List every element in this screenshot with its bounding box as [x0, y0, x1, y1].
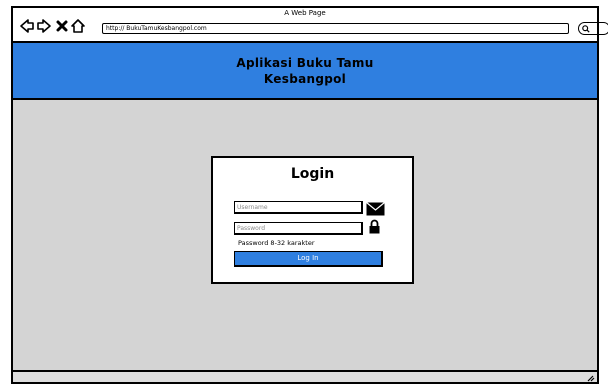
- username-input[interactable]: Username: [234, 201, 363, 214]
- resize-grip-icon[interactable]: [585, 374, 595, 382]
- browser-window: A Web Page http:// BukuTamuKesbangpol.co…: [11, 6, 608, 384]
- window-title: A Web Page: [284, 9, 326, 17]
- search-box[interactable]: [578, 22, 608, 35]
- login-title: Login: [290, 166, 335, 182]
- back-arrow-icon[interactable]: [19, 18, 35, 34]
- password-hint: Password 8-32 karakter: [238, 239, 315, 247]
- mail-icon: [366, 201, 385, 216]
- login-button[interactable]: Log In: [234, 251, 383, 267]
- app-header: Aplikasi Buku Tamu Kesbangpol: [13, 43, 597, 100]
- app-title-line1: Aplikasi Buku Tamu: [236, 55, 374, 70]
- login-card: Login Username Password Password 8-32 ka…: [211, 156, 414, 284]
- password-input[interactable]: Password: [234, 222, 363, 235]
- url-bar[interactable]: http:// BukuTamuKesbangpol.com: [102, 23, 569, 34]
- page-content: Login Username Password Password 8-32 ka…: [13, 100, 597, 372]
- close-icon[interactable]: [54, 18, 70, 34]
- app-title-line2: Kesbangpol: [263, 71, 347, 86]
- lock-icon: [369, 219, 380, 234]
- home-icon[interactable]: [70, 18, 86, 34]
- status-bar: [13, 370, 597, 382]
- forward-arrow-icon[interactable]: [36, 18, 52, 34]
- search-icon: [582, 24, 590, 33]
